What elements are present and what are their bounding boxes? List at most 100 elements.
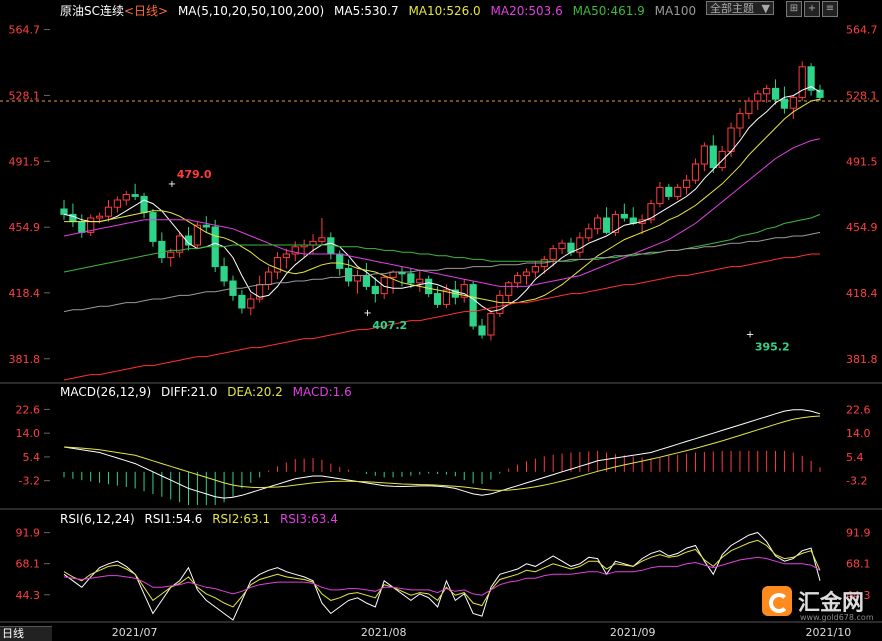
candle-body bbox=[149, 212, 157, 242]
rsi1-line bbox=[63, 531, 821, 621]
candle-body bbox=[122, 194, 130, 201]
candle-body bbox=[531, 266, 540, 273]
y-tick-label-left: 44.3 bbox=[16, 589, 41, 602]
x-tick-label: 2021/08 bbox=[361, 626, 407, 639]
y-tick-label-left: 381.8 bbox=[9, 353, 41, 366]
candle-body bbox=[576, 237, 584, 253]
macd-panel bbox=[63, 409, 821, 505]
candle-body bbox=[416, 278, 424, 284]
ma10-value: MA10:526.0 bbox=[408, 4, 481, 18]
y-tick-label-right: 528.1 bbox=[846, 89, 878, 102]
y-tick-label-left: 68.1 bbox=[16, 558, 41, 571]
y-tick-label-left: 14.0 bbox=[16, 427, 41, 440]
y-tick-label-left: 5.4 bbox=[23, 451, 41, 464]
period-tab[interactable]: 日线 bbox=[0, 626, 52, 641]
candle-body bbox=[131, 194, 139, 197]
candle-body bbox=[140, 195, 148, 214]
ma-line-ma10 bbox=[64, 98, 821, 304]
rsi2-line bbox=[63, 539, 821, 608]
ma-line-ma5 bbox=[63, 86, 821, 313]
candle-body bbox=[425, 278, 433, 295]
candle-body bbox=[362, 275, 371, 287]
macd-diff-line bbox=[63, 409, 821, 499]
y-tick-label-left: 491.5 bbox=[9, 155, 41, 168]
period-label[interactable]: <日线> bbox=[124, 4, 168, 18]
candle-body bbox=[620, 213, 628, 219]
candle-body bbox=[158, 240, 166, 259]
candle-body bbox=[798, 66, 806, 98]
price-panel: 479.0+407.2+395.2+546.5+ bbox=[0, 61, 882, 381]
candle-body bbox=[371, 285, 379, 295]
candle-body bbox=[763, 87, 771, 95]
candle-body bbox=[220, 266, 228, 282]
candle-body bbox=[380, 276, 388, 295]
candle-body bbox=[780, 98, 789, 109]
y-tick-label-left: 454.9 bbox=[9, 221, 41, 234]
candle-body bbox=[247, 298, 255, 309]
rsi3-line bbox=[63, 556, 821, 596]
y-tick-label-right: 22.6 bbox=[846, 403, 871, 416]
candle-body bbox=[602, 217, 611, 233]
candle-body bbox=[513, 275, 522, 284]
x-tick-label: 2021/09 bbox=[610, 626, 656, 639]
y-tick-label-right: 564.7 bbox=[846, 24, 878, 37]
y-tick-label-right: 418.4 bbox=[846, 287, 878, 300]
rsi-params[interactable]: RSI(6,12,24) bbox=[60, 512, 135, 526]
candle-body bbox=[60, 208, 68, 215]
candle-body bbox=[273, 257, 282, 273]
candle-body bbox=[754, 93, 762, 102]
y-tick-label-left: -3.2 bbox=[19, 475, 40, 488]
ma5-value: MA5:530.7 bbox=[334, 4, 399, 18]
candle-body bbox=[745, 100, 753, 115]
candle-body bbox=[674, 186, 682, 197]
rsi2-value: RSI2:63.1 bbox=[212, 512, 271, 526]
y-tick-label-left: 91.9 bbox=[16, 527, 41, 540]
y-tick-label-left: 22.6 bbox=[16, 403, 41, 416]
extreme-value-label: 479.0 bbox=[177, 168, 212, 181]
chevron-down-icon: ▼ bbox=[761, 2, 770, 15]
ma-params[interactable]: MA(5,10,20,50,100,200) bbox=[178, 4, 324, 18]
rsi-panel bbox=[63, 531, 821, 621]
layout-icon[interactable]: ⊞ bbox=[786, 1, 802, 17]
ma50-value: MA50:461.9 bbox=[572, 4, 645, 18]
candle-body bbox=[407, 273, 415, 284]
theme-select-label: 全部主题 bbox=[710, 2, 754, 15]
y-tick-label-right: 381.8 bbox=[846, 353, 878, 366]
macd-header: MACD(26,12,9) DIFF:21.0 DEA:20.2 MACD:1.… bbox=[60, 385, 358, 399]
logo-icon bbox=[762, 586, 792, 616]
extreme-marker: + bbox=[168, 179, 176, 190]
extreme-marker: + bbox=[363, 308, 371, 319]
candle-body bbox=[104, 206, 113, 217]
candle-body bbox=[789, 96, 797, 109]
y-tick-label-right: 454.9 bbox=[846, 221, 878, 234]
theme-select[interactable]: 全部主题 ▼ bbox=[706, 1, 774, 15]
candle-body bbox=[202, 224, 210, 228]
candle-body bbox=[336, 253, 344, 269]
menu-icon[interactable]: ≡ bbox=[822, 1, 838, 17]
y-tick-label-right: 68.1 bbox=[846, 558, 871, 571]
chart-canvas: 479.0+407.2+395.2+546.5+ 381.8 381.8 418.4… bbox=[0, 24, 882, 639]
candle-body bbox=[469, 284, 477, 327]
extreme-marker: + bbox=[746, 330, 754, 341]
add-icon[interactable]: + bbox=[804, 1, 820, 17]
macd-dea-line bbox=[63, 415, 821, 491]
candle-body bbox=[656, 186, 664, 205]
candle-body bbox=[771, 87, 780, 100]
macd-params[interactable]: MACD(26,12,9) bbox=[60, 385, 151, 399]
candle-body bbox=[264, 271, 273, 286]
candle-body bbox=[727, 127, 735, 152]
x-tick-label: 2021/07 bbox=[112, 626, 158, 639]
y-tick-label-left: 564.7 bbox=[9, 24, 41, 37]
candle-body bbox=[682, 179, 691, 188]
x-tick-label: 2021/10 bbox=[806, 626, 852, 639]
candle-body bbox=[167, 251, 175, 259]
macd-diff: DIFF:21.0 bbox=[160, 385, 218, 399]
price-header: 原油SC连续<日线> MA(5,10,20,50,100,200) MA5:53… bbox=[60, 2, 702, 19]
y-tick-label-right: 5.4 bbox=[846, 451, 864, 464]
candle-body bbox=[505, 282, 513, 296]
ma100-value: MA100 bbox=[654, 4, 697, 18]
candle-body bbox=[433, 293, 442, 305]
ma20-value: MA20:503.6 bbox=[490, 4, 563, 18]
grid-layer bbox=[0, 382, 882, 623]
candle-body bbox=[594, 217, 602, 230]
